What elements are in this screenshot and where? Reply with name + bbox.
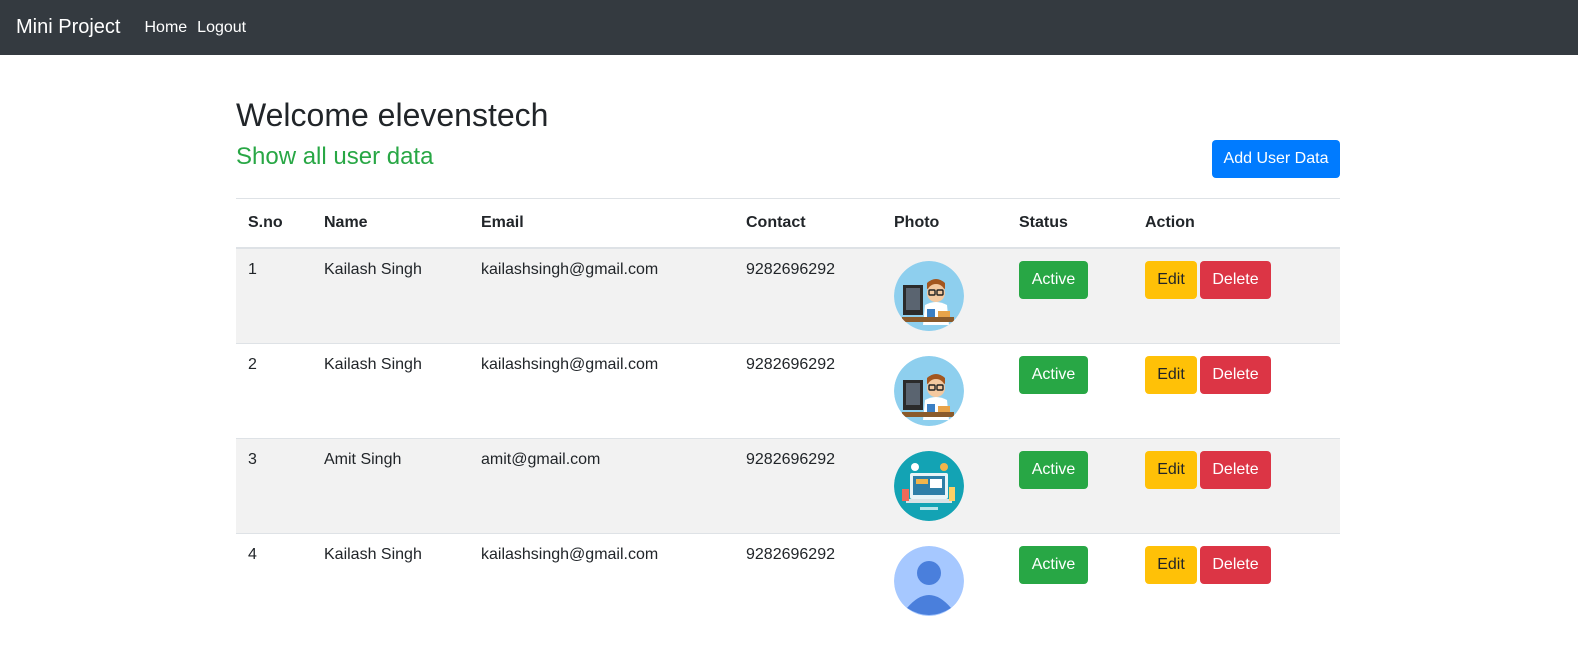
column-header-contact: Contact	[734, 198, 882, 249]
column-header-action: Action	[1133, 198, 1340, 249]
cell-status: Active	[1007, 247, 1133, 343]
developer-avatar-icon	[894, 260, 964, 331]
cell-email: kailashsingh@gmail.com	[469, 247, 734, 343]
cell-email: amit@gmail.com	[469, 437, 734, 533]
workspace-illustration-icon	[894, 450, 964, 521]
cell-sno: 2	[236, 342, 312, 438]
cell-status: Active	[1007, 437, 1133, 533]
nav-logout-link[interactable]: Logout	[197, 19, 246, 37]
cell-action: Edit Delete	[1133, 532, 1340, 628]
cell-photo	[882, 532, 1007, 628]
page-title: Welcome elevenstech	[236, 97, 549, 133]
edit-button[interactable]: Edit	[1145, 450, 1197, 489]
cell-email: kailashsingh@gmail.com	[469, 532, 734, 628]
cell-action: Edit Delete	[1133, 437, 1340, 533]
page-subtitle: Show all user data	[236, 143, 434, 170]
cell-sno: 4	[236, 532, 312, 628]
cell-sno: 3	[236, 437, 312, 533]
cell-contact: 9282696292	[734, 437, 882, 533]
cell-action: Edit Delete	[1133, 342, 1340, 438]
default-user-avatar-icon	[894, 545, 964, 616]
edit-button[interactable]: Edit	[1145, 260, 1197, 299]
cell-name: Kailash Singh	[312, 342, 469, 438]
cell-name: Kailash Singh	[312, 247, 469, 343]
nav-home-link[interactable]: Home	[144, 19, 187, 37]
column-header-email: Email	[469, 198, 734, 249]
cell-contact: 9282696292	[734, 342, 882, 438]
cell-status: Active	[1007, 342, 1133, 438]
cell-photo	[882, 342, 1007, 438]
status-active-button[interactable]: Active	[1019, 545, 1088, 584]
status-active-button[interactable]: Active	[1019, 355, 1088, 394]
navbar: Mini Project Home Logout	[0, 0, 1578, 55]
status-active-button[interactable]: Active	[1019, 260, 1088, 299]
cell-email: kailashsingh@gmail.com	[469, 342, 734, 438]
developer-avatar-icon	[894, 355, 964, 426]
delete-button[interactable]: Delete	[1200, 355, 1271, 394]
table-header-row: S.no Name Email Contact Photo Status Act…	[236, 198, 1340, 249]
table-row: 2 Kailash Singh kailashsingh@gmail.com 9…	[236, 342, 1340, 438]
delete-button[interactable]: Delete	[1200, 450, 1271, 489]
edit-button[interactable]: Edit	[1145, 355, 1197, 394]
table-row: 1 Kailash Singh kailashsingh@gmail.com 9…	[236, 247, 1340, 343]
edit-button[interactable]: Edit	[1145, 545, 1197, 584]
delete-button[interactable]: Delete	[1200, 260, 1271, 299]
column-header-photo: Photo	[882, 198, 1007, 249]
cell-status: Active	[1007, 532, 1133, 628]
delete-button[interactable]: Delete	[1200, 545, 1271, 584]
cell-contact: 9282696292	[734, 532, 882, 628]
column-header-sno: S.no	[236, 198, 312, 249]
cell-contact: 9282696292	[734, 247, 882, 343]
add-user-button[interactable]: Add User Data	[1212, 140, 1340, 178]
cell-photo	[882, 247, 1007, 343]
cell-sno: 1	[236, 247, 312, 343]
column-header-name: Name	[312, 198, 469, 249]
table-row: 4 Kailash Singh kailashsingh@gmail.com 9…	[236, 532, 1340, 628]
cell-action: Edit Delete	[1133, 247, 1340, 343]
column-header-status: Status	[1007, 198, 1133, 249]
brand-logo[interactable]: Mini Project	[16, 16, 120, 39]
status-active-button[interactable]: Active	[1019, 450, 1088, 489]
cell-photo	[882, 437, 1007, 533]
cell-name: Amit Singh	[312, 437, 469, 533]
table-row: 3 Amit Singh amit@gmail.com 9282696292 A…	[236, 437, 1340, 533]
users-table: S.no Name Email Contact Photo Status Act…	[236, 198, 1340, 628]
cell-name: Kailash Singh	[312, 532, 469, 628]
